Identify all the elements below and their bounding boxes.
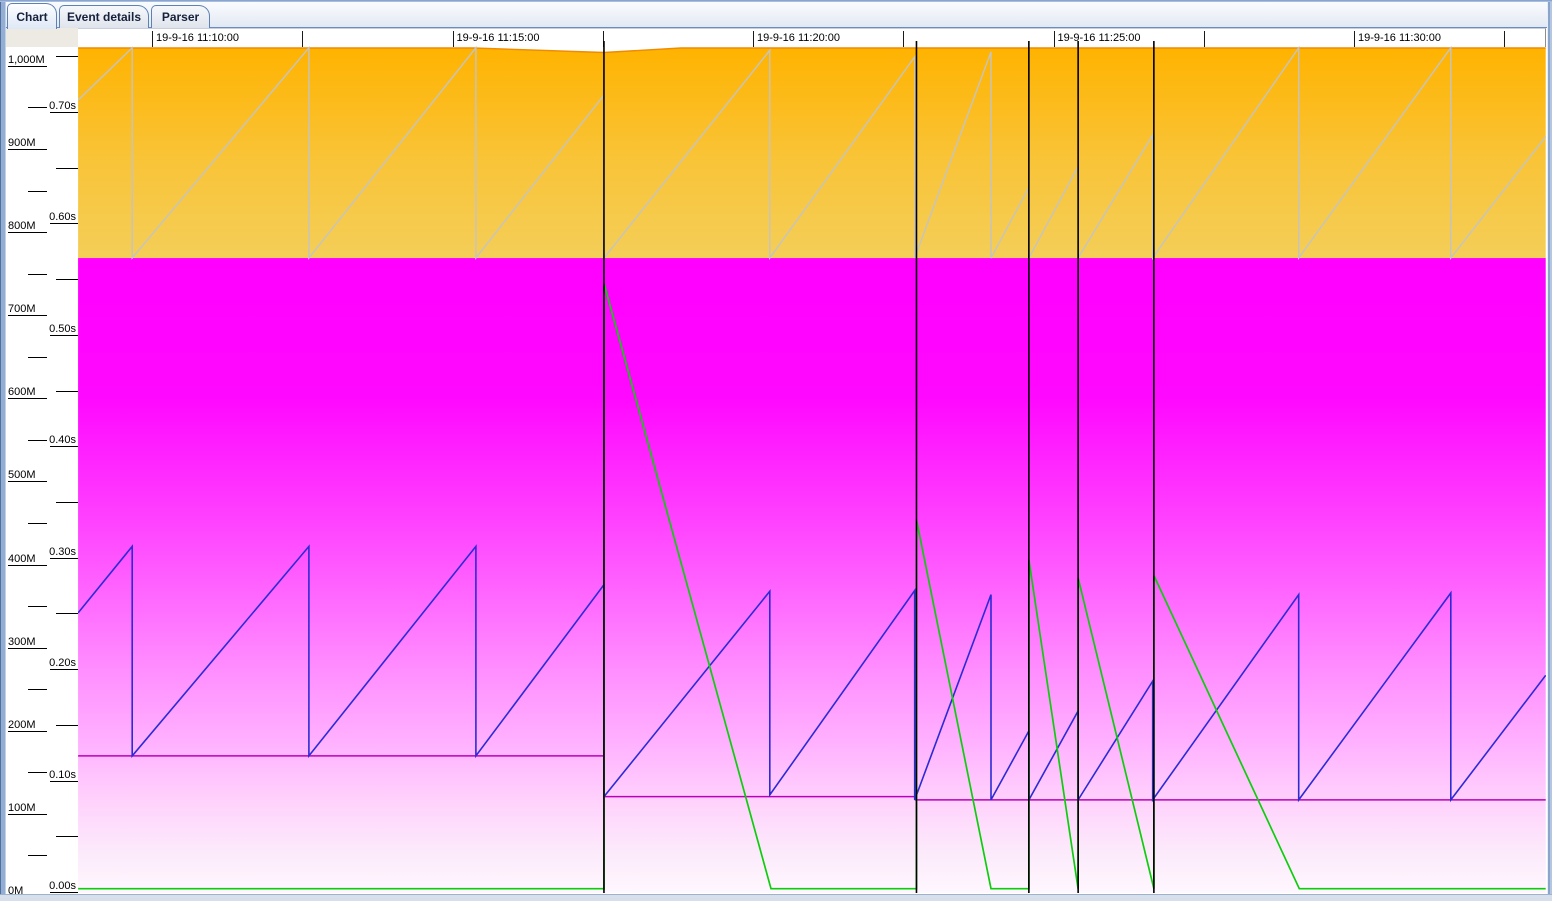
memory-axis-label: 1,000M xyxy=(8,53,45,66)
pause-axis-label: 0.30s xyxy=(49,545,76,558)
tab-event-details-label: Event details xyxy=(66,10,142,24)
pause-axis-label: 0.10s xyxy=(49,768,76,781)
pause-axis-tick xyxy=(56,279,78,281)
memory-axis-tick xyxy=(28,689,47,691)
memory-axis-tick xyxy=(28,606,47,608)
memory-axis-label: 500M xyxy=(8,469,36,482)
pause-axis-tick: 0.00s xyxy=(49,880,78,893)
memory-axis-label: 800M xyxy=(8,220,36,233)
tab-bar: Chart Event details Parser xyxy=(0,2,1552,29)
pause-axis-tick: 0.60s xyxy=(49,211,78,225)
memory-axis-tick xyxy=(28,772,47,774)
memory-axis-label: 400M xyxy=(8,552,36,565)
memory-axis-tick: 300M xyxy=(8,636,47,649)
pause-axis-label: 0.60s xyxy=(49,211,76,224)
memory-axis-tick: 800M xyxy=(8,220,47,234)
window-border-right xyxy=(1547,2,1552,894)
pause-axis-label: 0.20s xyxy=(49,657,76,670)
memory-axis-tick: 500M xyxy=(8,469,47,483)
pause-axis-label: 0.00s xyxy=(49,880,76,892)
pause-axis-tick: 0.50s xyxy=(49,323,78,336)
memory-axis-tick: 900M xyxy=(8,137,47,150)
pause-axis-tick xyxy=(56,724,78,726)
tab-chart-label: Chart xyxy=(16,9,48,24)
memory-axis-tick: 600M xyxy=(8,386,47,400)
memory-axis-label: 100M xyxy=(8,801,36,814)
memory-and-pause-axis: 0M 100M 200M 300M 400M 500M 600M 700M 800M 900M 1,… xyxy=(6,47,78,898)
memory-axis-tick xyxy=(28,190,47,192)
memory-axis-label: 700M xyxy=(8,303,36,316)
memory-axis-tick: 700M xyxy=(8,303,47,317)
tab-parser[interactable]: Parser xyxy=(151,5,210,28)
window-border-bottom xyxy=(0,894,1552,901)
memory-axis-tick xyxy=(28,523,47,524)
pause-axis-label: 0.40s xyxy=(49,434,76,447)
pause-axis-tick xyxy=(56,167,78,169)
tenured-gen-area xyxy=(78,258,1546,893)
axis-corner-cell xyxy=(6,28,78,47)
memory-axis-tick: 100M xyxy=(8,802,47,815)
memory-axis-tick xyxy=(28,273,47,275)
tab-chart[interactable]: Chart xyxy=(7,3,57,29)
memory-axis-label: 200M xyxy=(8,718,36,731)
pause-axis-tick xyxy=(56,501,78,503)
pause-axis-tick: 0.30s xyxy=(49,546,78,559)
memory-axis-tick xyxy=(28,356,47,358)
gc-chart-plot[interactable] xyxy=(78,41,1546,894)
pause-axis-tick: 0.70s xyxy=(49,100,78,113)
tab-parser-label: Parser xyxy=(161,10,200,24)
pause-axis-label: 0.70s xyxy=(49,99,76,112)
memory-axis-tick: 1,000M xyxy=(8,54,47,67)
pause-axis-tick: 0.20s xyxy=(49,657,78,671)
gcviewer-window: Chart Event details Parser 19-9-16 11:10… xyxy=(0,0,1552,901)
pause-axis-label: 0.50s xyxy=(49,322,76,335)
pause-axis-tick xyxy=(56,836,78,838)
pause-axis-tick: 0.10s xyxy=(49,769,78,782)
pause-axis-tick xyxy=(56,613,78,615)
pause-axis-tick xyxy=(56,56,78,58)
memory-axis-tick: 200M xyxy=(8,719,47,732)
window-border-left xyxy=(0,2,6,894)
memory-axis-label: 300M xyxy=(8,635,36,648)
memory-axis-tick xyxy=(28,107,47,109)
memory-axis-label: 900M xyxy=(8,137,36,149)
young-gen-area xyxy=(78,48,1546,258)
memory-axis-tick: 400M xyxy=(8,553,47,566)
memory-axis-tick xyxy=(28,439,47,441)
memory-axis-tick xyxy=(28,855,47,857)
pause-axis-tick xyxy=(56,390,78,392)
tab-event-details[interactable]: Event details xyxy=(59,5,149,28)
pause-axis-tick: 0.40s xyxy=(49,434,78,448)
memory-axis-label: 600M xyxy=(8,386,36,399)
